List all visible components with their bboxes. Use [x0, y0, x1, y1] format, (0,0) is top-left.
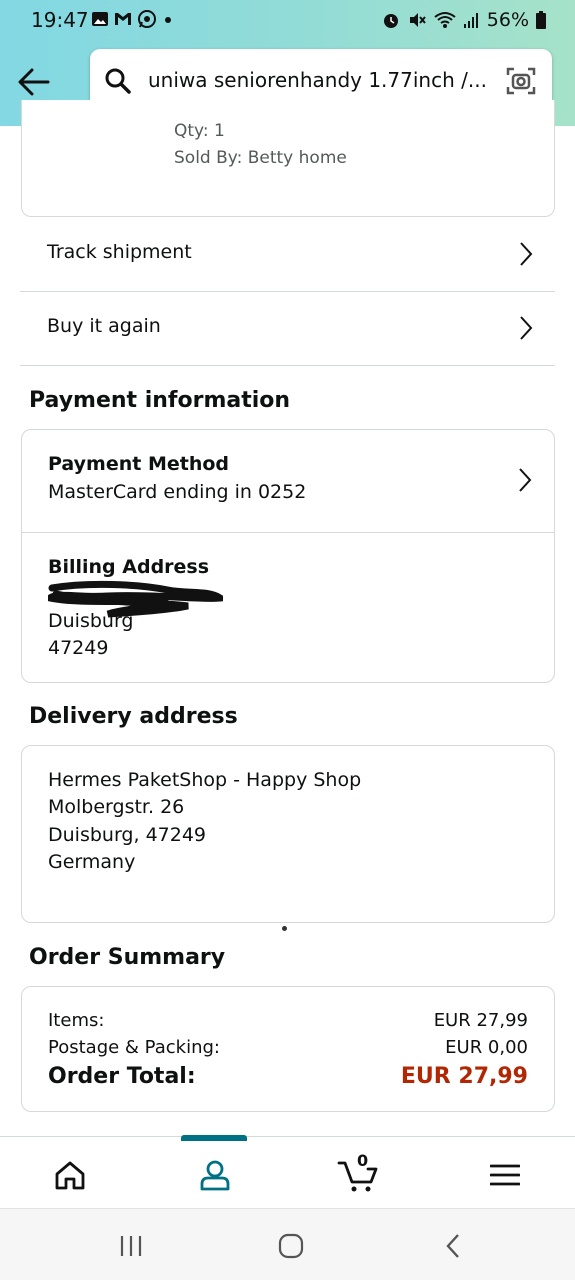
postage-label: Postage & Packing:	[48, 1037, 220, 1058]
items-value: EUR 27,99	[433, 1010, 528, 1031]
account-icon	[200, 1160, 230, 1191]
bottom-navigation: 0	[0, 1135, 575, 1208]
scroll-dot	[282, 926, 287, 931]
payment-method-row[interactable]: Payment Method MasterCard ending in 0252	[22, 430, 554, 533]
item-seller: Sold By: Betty home	[174, 148, 347, 168]
home-button[interactable]	[276, 1233, 306, 1259]
nav-cart[interactable]: 0	[336, 1151, 380, 1195]
menu-icon	[490, 1164, 520, 1186]
postage-value: EUR 0,00	[445, 1037, 528, 1058]
cart-count: 0	[357, 1151, 369, 1170]
delivery-line: Duisburg, 47249	[48, 824, 207, 846]
recent-apps-button[interactable]	[116, 1233, 146, 1259]
buy-again-row[interactable]: Buy it again	[20, 292, 555, 366]
header-overlay	[0, 0, 575, 126]
delivery-line: Molbergstr. 26	[48, 796, 185, 818]
back-button-icon	[446, 1234, 459, 1258]
active-tab-indicator	[181, 1135, 247, 1141]
items-label: Items:	[48, 1010, 105, 1031]
nav-account[interactable]	[193, 1155, 237, 1195]
order-total-value: EUR 27,99	[400, 1064, 528, 1089]
billing-address-title: Billing Address	[48, 556, 210, 578]
track-shipment-row[interactable]: Track shipment	[20, 218, 555, 292]
payment-heading: Payment information	[29, 388, 291, 413]
system-navigation-bar	[0, 1208, 575, 1280]
chevron-right-icon	[520, 242, 533, 266]
billing-zip: 47249	[48, 637, 109, 659]
home-button-icon	[278, 1233, 304, 1259]
payment-method-title: Payment Method	[48, 453, 230, 475]
buy-again-label: Buy it again	[47, 315, 161, 337]
order-summary-heading: Order Summary	[29, 945, 226, 970]
track-shipment-label: Track shipment	[47, 241, 192, 263]
chevron-right-icon	[520, 316, 533, 340]
delivery-card: Hermes PaketShop - Happy Shop Molbergstr…	[21, 745, 555, 923]
delivery-heading: Delivery address	[29, 704, 238, 729]
nav-menu[interactable]	[483, 1155, 527, 1195]
chevron-right-icon	[519, 468, 532, 492]
recent-apps-icon	[120, 1236, 142, 1256]
delivery-line: Germany	[48, 851, 136, 873]
order-total-label: Order Total:	[48, 1064, 196, 1089]
nav-home[interactable]	[48, 1155, 92, 1195]
home-icon	[55, 1161, 85, 1190]
back-nav-button[interactable]	[438, 1233, 468, 1259]
redaction-scribble	[48, 580, 223, 618]
order-summary-card: Items: EUR 27,99 Postage & Packing: EUR …	[21, 986, 555, 1112]
delivery-line: Hermes PaketShop - Happy Shop	[48, 769, 362, 791]
payment-card: Payment Method MasterCard ending in 0252…	[21, 429, 555, 683]
payment-method-value: MasterCard ending in 0252	[48, 481, 307, 503]
